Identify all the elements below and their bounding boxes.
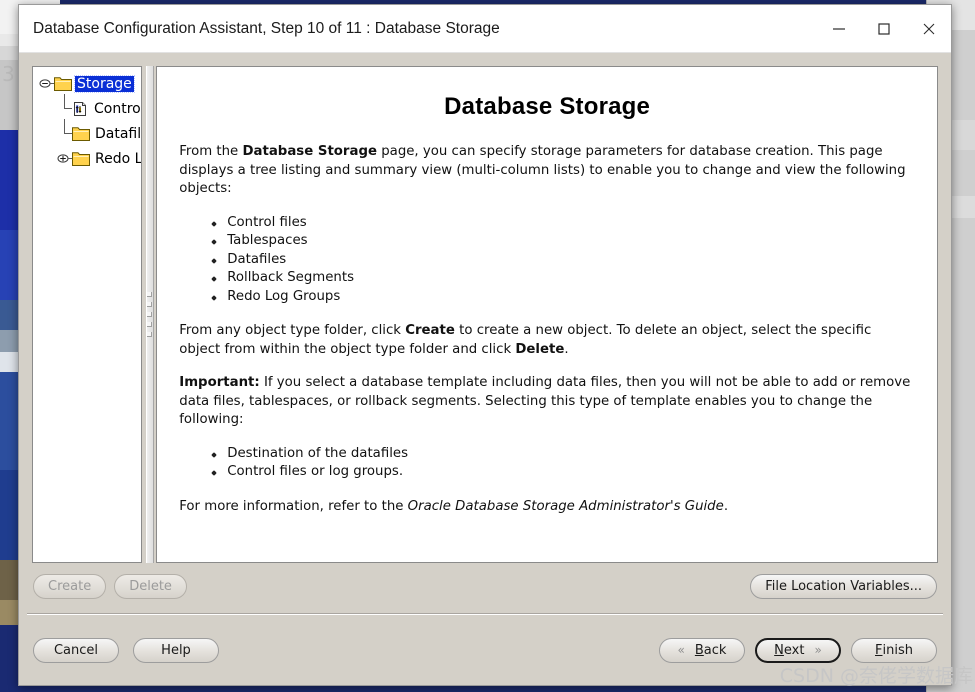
- tree-node-redo-log-groups[interactable]: Redo Log Groups: [39, 146, 141, 171]
- footer-left-group: Cancel Help: [33, 637, 219, 663]
- list-item: Tablespaces: [227, 232, 915, 251]
- cd-bold-delete: Delete: [515, 341, 565, 357]
- cancel-button[interactable]: Cancel: [33, 637, 119, 663]
- list-item: Control files or log groups.: [227, 463, 915, 482]
- footer-right-group: « Back Next » Finish: [659, 637, 937, 663]
- back-label-rest: ack: [703, 642, 727, 658]
- finish-mnemonic: F: [875, 642, 883, 658]
- back-button[interactable]: « Back: [659, 637, 745, 663]
- tree-node-datafiles[interactable]: Datafiles: [39, 119, 142, 146]
- create-delete-paragraph: From any object type folder, click Creat…: [179, 322, 915, 359]
- split-pane: Storage Contro Datafil Redo L Database S…: [19, 53, 951, 563]
- tree-node-label: Controlfile: [94, 100, 141, 117]
- window-titlebar[interactable]: Database Configuration Assistant, Step 1…: [19, 5, 951, 53]
- tree-node-label: Datafiles: [95, 125, 142, 142]
- important-text: If you select a database template includ…: [179, 375, 911, 427]
- list-item: Redo Log Groups: [227, 288, 915, 307]
- pane-splitter[interactable]: [142, 66, 157, 563]
- maximize-icon[interactable]: [861, 5, 906, 52]
- grip-dot: [147, 302, 153, 307]
- minimize-icon[interactable]: [816, 5, 861, 52]
- intro-bold-1: Database Storage: [242, 144, 377, 159]
- grip-dot: [147, 322, 153, 327]
- grip-dot: [147, 332, 153, 337]
- chevron-left-icon: «: [677, 643, 685, 657]
- mi-text-1: For more information, refer to the: [179, 498, 408, 514]
- background-ghost-char: 3: [2, 62, 15, 86]
- tree-branch-line: [57, 119, 72, 146]
- tree-branch-line: [57, 94, 72, 121]
- mi-guide-title: Oracle Database Storage Administrator's …: [407, 498, 724, 514]
- next-button[interactable]: Next »: [755, 637, 841, 663]
- object-toolbar-left: Create Delete: [33, 573, 187, 599]
- tree-node-label: Storage: [74, 74, 135, 93]
- more-information-paragraph: For more information, refer to the Oracl…: [179, 498, 915, 517]
- controlfile-document-icon: [72, 101, 88, 117]
- list-item: Control files: [227, 214, 915, 233]
- dialog-client-area: Storage Contro Datafil Redo L Database S…: [19, 53, 951, 685]
- database-configuration-assistant-window: Database Configuration Assistant, Step 1…: [18, 4, 952, 686]
- folder-icon: [72, 151, 90, 166]
- file-location-variables-button[interactable]: File Location Variables...: [750, 573, 937, 599]
- delete-button[interactable]: Delete: [114, 573, 187, 599]
- next-mnemonic: N: [774, 642, 784, 658]
- template-change-list: Destination of the datafiles Control fil…: [179, 445, 915, 482]
- grip-dot: [147, 312, 153, 317]
- intro-text-1: From the: [179, 144, 243, 159]
- tree-node-label: Redo Log Groups: [95, 150, 143, 167]
- collapse-handle-icon[interactable]: [39, 76, 54, 91]
- intro-paragraph: From the Database Storage page, you can …: [179, 143, 915, 199]
- list-item: Destination of the datafiles: [227, 445, 915, 464]
- important-paragraph: Important: If you select a database temp…: [179, 374, 915, 430]
- grip-dot: [147, 292, 153, 297]
- list-item: Rollback Segments: [227, 269, 915, 288]
- folder-icon: [72, 126, 90, 141]
- help-button[interactable]: Help: [133, 637, 219, 663]
- create-button[interactable]: Create: [33, 573, 107, 599]
- chevron-right-icon: »: [814, 643, 822, 657]
- close-icon[interactable]: [906, 5, 951, 52]
- object-type-list: Control files Tablespaces Datafiles Roll…: [179, 214, 915, 307]
- mi-text-2: .: [723, 498, 729, 514]
- page-title: Database Storage: [444, 93, 651, 120]
- finish-button[interactable]: Finish: [851, 637, 937, 663]
- back-mnemonic: B: [694, 642, 704, 658]
- window-title: Database Configuration Assistant, Step 1…: [33, 19, 500, 37]
- important-label: Important:: [179, 375, 260, 390]
- tree-node-storage[interactable]: Storage: [39, 71, 141, 96]
- storage-object-tree[interactable]: Storage Contro Datafil Redo L: [32, 66, 143, 563]
- wizard-footer: Cancel Help « Back Next » Finish: [19, 615, 951, 685]
- finish-label-rest: inish: [882, 642, 913, 658]
- object-toolbar: Create Delete File Location Variables...: [19, 563, 951, 609]
- cd-bold-create: Create: [405, 323, 455, 338]
- help-content-panel: Database Storage From the Database Stora…: [156, 66, 938, 563]
- expand-handle-icon[interactable]: [57, 151, 72, 166]
- cd-text-3: .: [564, 341, 569, 357]
- list-item: Datafiles: [227, 251, 915, 270]
- splitter-grip[interactable]: [147, 292, 153, 337]
- tree-node-controlfile[interactable]: Controlfile: [39, 94, 141, 121]
- next-label-rest: ext: [783, 642, 805, 658]
- folder-icon: [54, 76, 72, 91]
- cd-text-1: From any object type folder, click: [179, 323, 406, 338]
